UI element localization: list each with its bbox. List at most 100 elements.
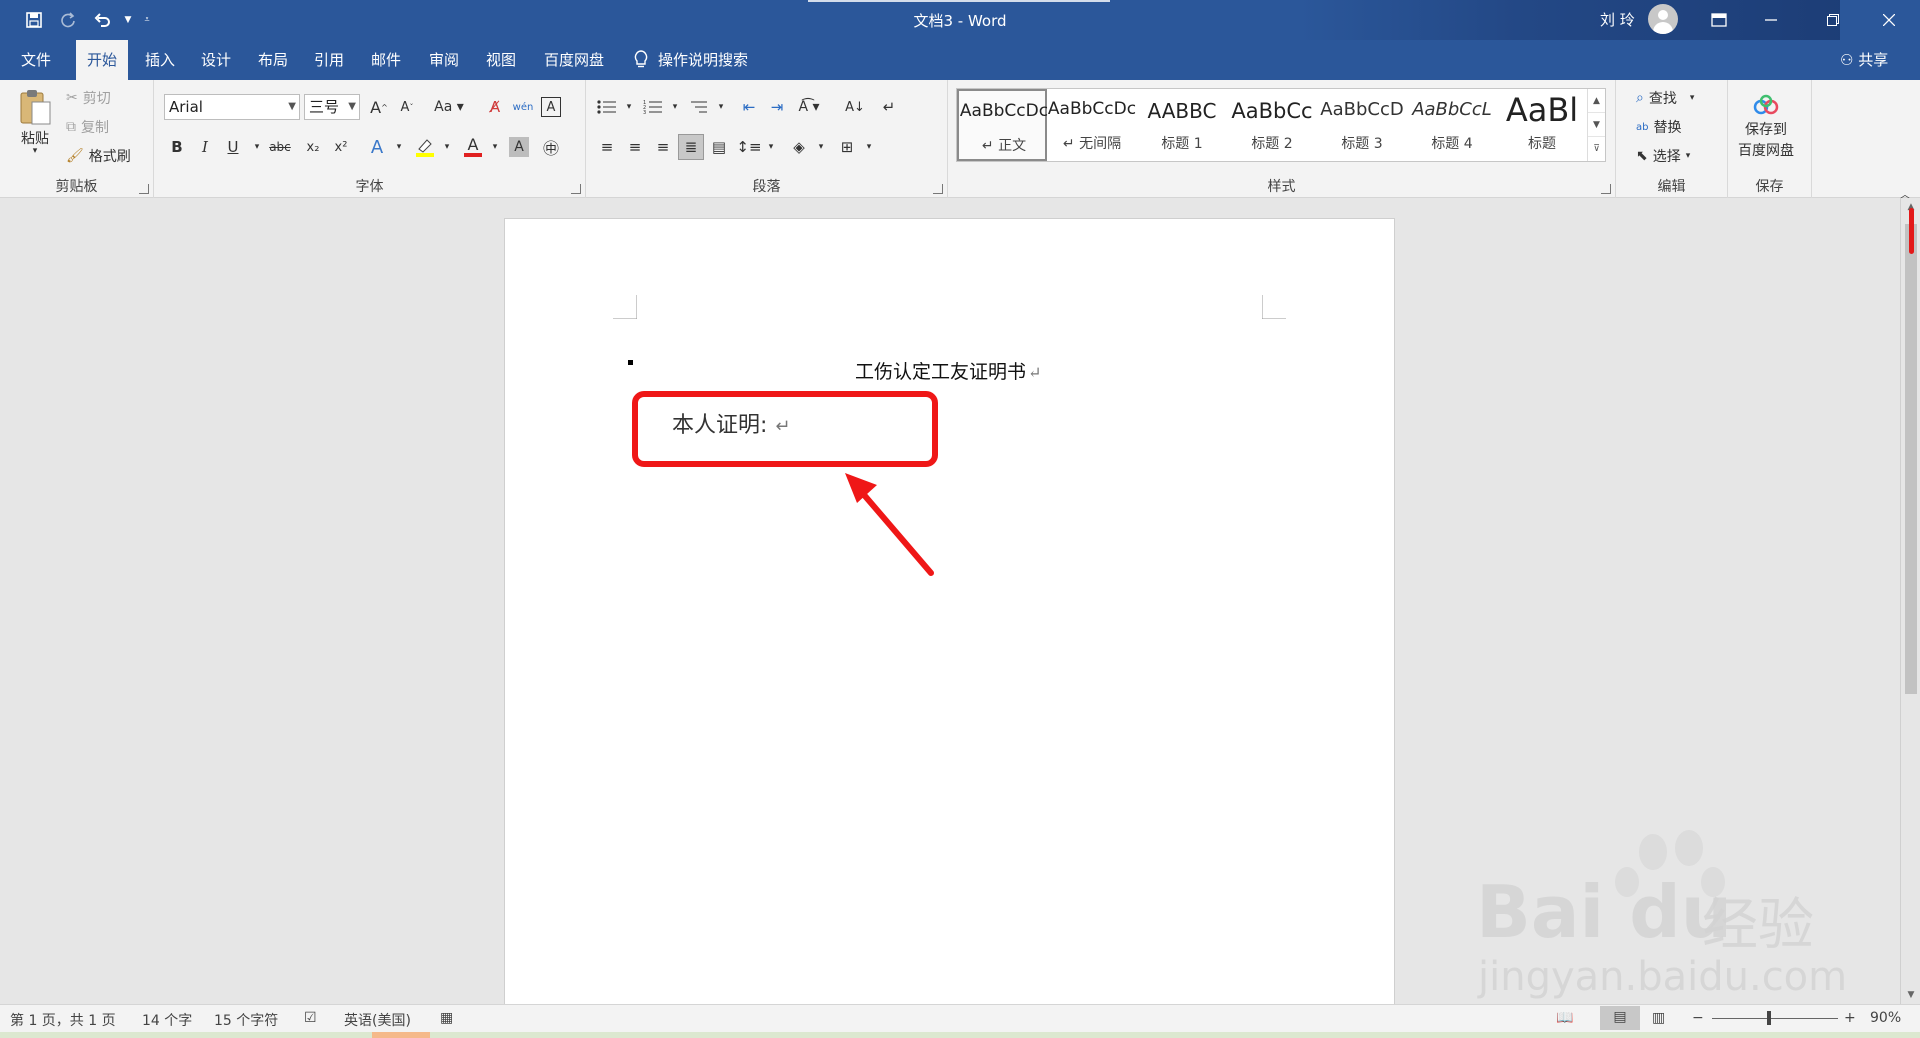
gallery-more-icon[interactable]: ⊽ — [1588, 137, 1605, 161]
proofing-icon[interactable]: ☑ — [304, 1010, 317, 1026]
read-mode-icon[interactable]: 📖 — [1556, 1010, 1573, 1026]
change-case-icon[interactable]: Aa ▾ — [432, 94, 466, 120]
undo-dropdown-icon[interactable]: ▼ — [122, 6, 134, 34]
font-size-combo[interactable]: 三号 ▼ — [304, 94, 360, 120]
paste-button[interactable]: 粘贴 ▾ — [18, 88, 52, 156]
word-count[interactable]: 14 个字 — [142, 1010, 192, 1030]
avatar[interactable] — [1648, 4, 1678, 34]
shrink-font-icon[interactable]: Aˇ — [394, 94, 420, 120]
clear-formatting-icon[interactable]: A̸ — [482, 94, 508, 120]
clipboard-launcher-icon[interactable] — [139, 184, 149, 194]
format-painter-button[interactable]: 🖌 格式刷 — [66, 146, 131, 166]
style-heading-2[interactable]: AaBbCc 标题 2 — [1227, 89, 1317, 161]
align-right-icon[interactable]: ≡ — [650, 134, 676, 160]
bold-icon[interactable]: B — [164, 134, 190, 160]
style-heading-4[interactable]: AaBbCcL 标题 4 — [1407, 89, 1497, 161]
document-page[interactable]: 工伤认定工友证明书 ↵ 本人证明: ↵ — [504, 218, 1395, 1004]
tab-view[interactable]: 视图 — [475, 40, 527, 80]
zoom-out-icon[interactable]: − — [1692, 1010, 1704, 1026]
strikethrough-icon[interactable]: abc — [264, 134, 296, 160]
macro-icon[interactable]: ▦ — [440, 1010, 453, 1026]
distributed-icon[interactable]: ▤ — [706, 134, 732, 160]
highlight-dropdown-icon[interactable]: ▾ — [434, 134, 460, 160]
tab-design[interactable]: 设计 — [190, 40, 242, 80]
align-left-icon[interactable]: ≡ — [594, 134, 620, 160]
tab-file[interactable]: 文件 — [10, 40, 62, 80]
character-border-icon[interactable]: A — [541, 97, 561, 117]
show-formatting-marks-icon[interactable]: ↵ — [876, 94, 902, 120]
justify-icon[interactable]: ≣ — [678, 134, 704, 160]
zoom-level[interactable]: 90% — [1870, 1010, 1901, 1026]
restore-icon[interactable] — [1810, 0, 1856, 40]
superscript-icon[interactable]: x² — [328, 134, 354, 160]
gallery-up-icon[interactable]: ▲ — [1588, 89, 1605, 113]
grow-font-icon[interactable]: A ^ — [366, 94, 392, 120]
style-title[interactable]: AaBl 标题 — [1497, 89, 1587, 161]
font-launcher-icon[interactable] — [571, 184, 581, 194]
char-count[interactable]: 15 个字符 — [214, 1010, 278, 1030]
web-layout-icon[interactable]: ▥ — [1652, 1010, 1665, 1026]
user-name[interactable]: 刘 玲 — [1600, 9, 1635, 30]
customize-qat-icon[interactable]: ⩡ — [140, 6, 154, 34]
select-button[interactable]: ⬉ 选择 ▾ — [1636, 146, 1690, 166]
print-layout-icon[interactable]: ▤ — [1600, 1006, 1640, 1030]
style-heading-1[interactable]: AABBC 标题 1 — [1137, 89, 1227, 161]
italic-icon[interactable]: I — [192, 134, 218, 160]
share-button[interactable]: ⚇ 共享 — [1840, 40, 1888, 80]
tab-layout[interactable]: 布局 — [247, 40, 299, 80]
redo-icon[interactable] — [54, 6, 82, 34]
find-button[interactable]: ⌕ 查找 ▾ — [1636, 88, 1694, 108]
borders-dropdown-icon[interactable]: ▾ — [856, 134, 882, 160]
styles-launcher-icon[interactable] — [1601, 184, 1611, 194]
text-effects-dropdown-icon[interactable]: ▾ — [386, 134, 412, 160]
language-indicator[interactable]: 英语(美国) — [344, 1010, 411, 1030]
zoom-slider[interactable] — [1712, 1018, 1838, 1019]
cut-button[interactable]: ✂ 剪切 — [66, 88, 111, 108]
shading-dropdown-icon[interactable]: ▾ — [808, 134, 834, 160]
increase-indent-icon[interactable]: ⇥ — [764, 94, 790, 120]
select-dropdown-icon[interactable]: ▾ — [1686, 151, 1691, 161]
font-color-dropdown-icon[interactable]: ▾ — [482, 134, 508, 160]
numbering-dropdown-icon[interactable]: ▾ — [662, 94, 688, 120]
style-heading-3[interactable]: AaBbCcD 标题 3 — [1317, 89, 1407, 161]
tab-baidu-netdisk[interactable]: 百度网盘 — [533, 40, 615, 80]
scroll-thumb[interactable] — [1905, 224, 1917, 694]
font-name-combo[interactable]: Arial ▼ — [164, 94, 300, 120]
find-dropdown-icon[interactable]: ▾ — [1690, 93, 1695, 103]
tab-mailings[interactable]: 邮件 — [360, 40, 412, 80]
copy-button[interactable]: ⧉ 复制 — [66, 117, 109, 137]
chinese-layout-icon[interactable]: A͡ ▾ — [796, 94, 822, 120]
zoom-in-icon[interactable]: + — [1844, 1010, 1856, 1026]
bullets-dropdown-icon[interactable]: ▾ — [616, 94, 642, 120]
document-title[interactable]: 工伤认定工友证明书 ↵ — [855, 357, 1041, 384]
paragraph-launcher-icon[interactable] — [933, 184, 943, 194]
gallery-down-icon[interactable]: ▼ — [1588, 113, 1605, 137]
tab-insert[interactable]: 插入 — [134, 40, 186, 80]
character-shading-icon[interactable]: A — [509, 137, 529, 157]
minimize-icon[interactable] — [1748, 0, 1794, 40]
line-spacing-dropdown-icon[interactable]: ▾ — [758, 134, 784, 160]
subscript-icon[interactable]: x₂ — [300, 134, 326, 160]
undo-icon[interactable] — [88, 6, 116, 34]
decrease-indent-icon[interactable]: ⇤ — [736, 94, 762, 120]
page-count[interactable]: 第 1 页，共 1 页 — [10, 1010, 116, 1030]
paste-dropdown-icon[interactable]: ▾ — [33, 146, 38, 156]
tell-me-search[interactable]: 操作说明搜索 — [634, 40, 748, 80]
style-no-spacing[interactable]: AaBbCcDc ↵ 无间隔 — [1047, 89, 1137, 161]
vertical-scrollbar[interactable]: ▲ ▼ — [1900, 198, 1920, 1004]
save-icon[interactable] — [20, 6, 48, 34]
underline-icon[interactable]: U — [220, 134, 246, 160]
tab-review[interactable]: 审阅 — [418, 40, 470, 80]
save-to-netdisk-button[interactable]: 保存到 百度网盘 — [1738, 94, 1794, 160]
zoom-slider-thumb[interactable] — [1767, 1011, 1771, 1025]
ribbon-display-options-icon[interactable] — [1696, 0, 1742, 40]
tab-references[interactable]: 引用 — [303, 40, 355, 80]
replace-button[interactable]: ab 替换 — [1636, 117, 1681, 137]
align-center-icon[interactable]: ≡ — [622, 134, 648, 160]
multilevel-dropdown-icon[interactable]: ▾ — [708, 94, 734, 120]
tab-home[interactable]: 开始 — [76, 40, 129, 80]
close-icon[interactable] — [1866, 0, 1912, 40]
enclose-characters-icon[interactable]: ㊥ — [538, 134, 564, 160]
sort-icon[interactable]: A↓ — [842, 94, 868, 120]
phonetic-guide-icon[interactable]: wén — [510, 94, 536, 120]
